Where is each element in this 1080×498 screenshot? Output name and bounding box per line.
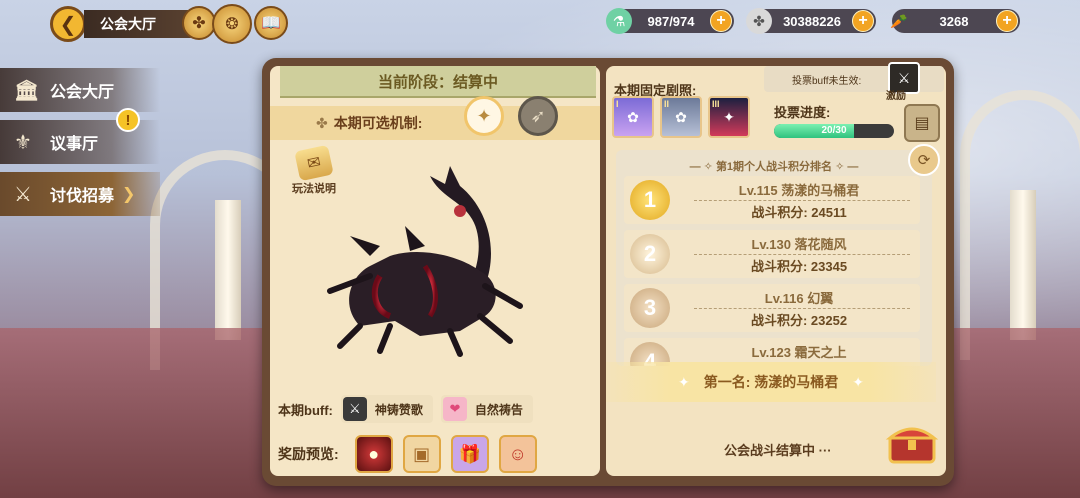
coins-value: 30388226 xyxy=(783,13,841,29)
reward-chest-icon[interactable]: ▣ xyxy=(402,435,441,473)
mechanism-option-2[interactable]: ➶ xyxy=(518,96,558,136)
refresh-icon[interactable]: ⟳ xyxy=(908,144,940,176)
hall-pillar xyxy=(215,200,241,340)
ranking-panel: — ✧ 第1期个人战斗积分排名 ✧ — 1 Lv.115 荡漾的马桶君 战斗积分… xyxy=(616,150,932,366)
ranking-row[interactable]: 1 Lv.115 荡漾的马桶君 战斗积分: 24511 xyxy=(624,176,920,224)
add-carrots-button[interactable]: + xyxy=(996,10,1018,32)
reward-giftbox-icon[interactable]: 🎁 xyxy=(450,435,489,473)
first-place-text: 第一名: 荡漾的马桶君 xyxy=(703,374,839,390)
resource-carrots: 🥕 3268 + xyxy=(890,9,1020,33)
vote-progress-text: 20/30 xyxy=(821,125,847,136)
ranking-score: 战斗积分: 24511 xyxy=(751,205,847,220)
potion-icon: ⚗ xyxy=(606,8,632,34)
still-thumbnail[interactable]: II ✿ xyxy=(660,96,702,138)
ranking-row[interactable]: 2 Lv.130 落花随风 战斗积分: 23345 xyxy=(624,230,920,278)
ranking-name: Lv.123 霜天之上 xyxy=(751,345,847,360)
buff-chip[interactable]: ⚔ 神铸赞歌 xyxy=(340,395,433,423)
boss-scorpion-image xyxy=(327,166,523,357)
vote-card-button[interactable]: ▤ xyxy=(904,104,940,142)
resource-stamina: ⚗ 987/974 + xyxy=(606,8,734,34)
gold-medal-icon: 1 xyxy=(630,180,670,220)
ranking-title-text: 第1期个人战斗积分排名 xyxy=(715,161,833,173)
back-button[interactable]: ❮ xyxy=(50,6,86,42)
resource-coins: ✤ 30388226 + xyxy=(746,8,876,34)
mechanism-label: 本期可选机制: xyxy=(333,115,423,131)
clover-menu-icon[interactable]: ✤ xyxy=(182,6,216,40)
meeting-icon: ⚜ xyxy=(14,131,32,154)
still-rank: I xyxy=(616,99,619,109)
buff-chip-label: 神铸赞歌 xyxy=(374,402,423,417)
reward-label: 奖励预览: xyxy=(278,446,339,462)
ranking-score: 战斗积分: 23345 xyxy=(750,259,848,274)
sword-buff-icon: ⚔ xyxy=(342,397,367,421)
ranking-score: 战斗积分: 23252 xyxy=(750,313,848,328)
sidebar-item-label: 公会大厅 xyxy=(50,84,115,101)
ranking-name: Lv.116 幻翼 xyxy=(764,291,834,306)
right-page: 本期固定剧照: I ✿ II ✿ III ✦ 投票buff未生效: ⚔ 激励 投票进度… xyxy=(606,62,946,476)
mechanism-option-1[interactable]: ✦ xyxy=(464,96,504,136)
ranking-title: — ✧ 第1期个人战斗积分排名 ✧ — xyxy=(689,161,859,173)
sidebar-item-guild-hall[interactable]: 🏛 公会大厅 xyxy=(0,68,160,112)
emblem-icon[interactable]: ❂ xyxy=(212,4,252,44)
add-stamina-button[interactable]: + xyxy=(710,10,732,32)
bank-icon: 🏛 xyxy=(14,79,40,102)
first-place-banner: ✦ 第一名: 荡漾的马桶君 ✦ xyxy=(606,362,936,402)
row-divider xyxy=(694,308,910,309)
reward-row: 奖励预览: ● ▣ 🎁 ☺ xyxy=(278,434,537,474)
row-divider xyxy=(694,254,910,255)
back-icon: ❮ xyxy=(59,13,77,36)
chevron-right-icon: ❯ xyxy=(122,186,136,203)
buff-label: 本期buff: xyxy=(278,402,333,418)
ranking-name: Lv.115 荡漾的马桶君 xyxy=(738,183,860,198)
sword-icon: ⚔ xyxy=(14,183,32,206)
carrots-value: 3268 xyxy=(939,13,969,29)
ranking-row[interactable]: 3 Lv.116 幻翼 战斗积分: 23252 xyxy=(624,284,920,332)
vote-icon-label: 激励 xyxy=(886,91,906,102)
heart-buff-icon: ❤ xyxy=(442,397,467,421)
still-rank: III xyxy=(712,99,720,109)
book-icon[interactable]: 📖 xyxy=(254,6,288,40)
carrot-icon: 🥕 xyxy=(890,12,908,29)
sidebar-item-label: 议事厅 xyxy=(50,136,99,153)
raid-book: 当前阶段：结算中 ✤ 本期可选机制: ✦ ➶ ✉ 玩法说明 本期buff: ⚔ … xyxy=(262,58,954,486)
alert-badge: ! xyxy=(116,108,140,132)
silver-medal-icon: 2 xyxy=(630,234,670,274)
clover-icon: ✤ xyxy=(316,114,328,131)
buff-row: 本期buff: ⚔ 神铸赞歌 ❤ 自然祷告 xyxy=(278,394,533,424)
bronze-medal-icon: 3 xyxy=(630,288,670,328)
sidebar-item-raid-recruit[interactable]: ⚔ 讨伐招募 ❯ xyxy=(0,172,160,216)
settlement-status: 公会战斗结算中 ··· xyxy=(724,443,832,458)
left-page: 当前阶段：结算中 ✤ 本期可选机制: ✦ ➶ ✉ 玩法说明 本期buff: ⚔ … xyxy=(270,66,600,476)
stamina-value: 987/974 xyxy=(647,13,695,29)
vote-progress-label: 投票进度: xyxy=(774,105,831,120)
hall-pillar xyxy=(1010,190,1036,340)
current-stage: 当前阶段：结算中 xyxy=(280,66,596,98)
buff-chip-label: 自然祷告 xyxy=(474,402,523,417)
buff-chip[interactable]: ❤ 自然祷告 xyxy=(440,395,533,423)
still-rank: II xyxy=(664,99,670,109)
reward-medal-icon[interactable]: ● xyxy=(354,435,393,473)
treasure-chest-icon[interactable] xyxy=(884,418,940,466)
reward-character-icon[interactable]: ☺ xyxy=(498,435,537,473)
clover-coin-icon: ✤ xyxy=(746,8,772,34)
vote-progress-bar: 20/30 xyxy=(774,124,894,138)
fixed-stills: I ✿ II ✿ III ✦ xyxy=(612,96,756,138)
add-coins-button[interactable]: + xyxy=(852,10,874,32)
sparkle-icon: ✦ xyxy=(677,373,690,390)
still-thumbnail[interactable]: III ✦ xyxy=(708,96,750,138)
row-divider xyxy=(694,200,910,201)
still-thumbnail[interactable]: I ✿ xyxy=(612,96,654,138)
ranking-name: Lv.130 落花随风 xyxy=(751,237,847,252)
sidebar-item-label: 讨伐招募 xyxy=(50,188,115,205)
sparkle-icon: ✦ xyxy=(852,373,865,390)
